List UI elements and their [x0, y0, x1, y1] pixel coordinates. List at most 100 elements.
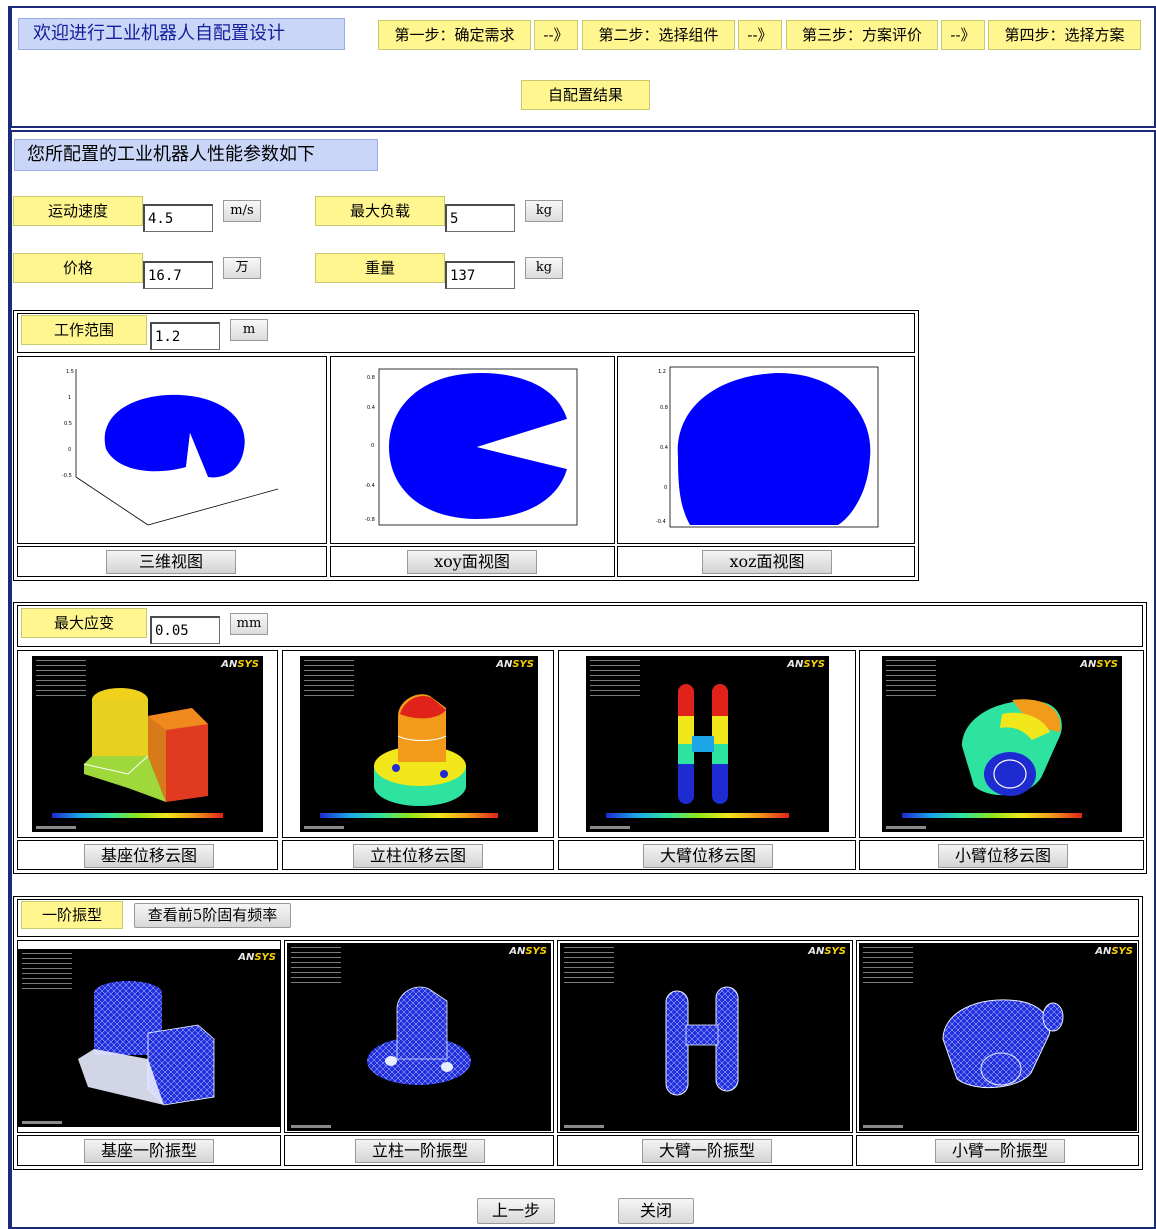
strain-forearm-button[interactable]: 小臂位移云图: [938, 844, 1068, 868]
svg-text:0.4: 0.4: [660, 445, 668, 451]
vib-column-button[interactable]: 立柱一阶振型: [355, 1139, 485, 1163]
view-3d-cell: 1.5 1 0.5 0 -0.5: [17, 356, 327, 544]
view-frequencies-button[interactable]: 查看前5阶固有频率: [134, 903, 291, 928]
strain-label: 最大应变: [21, 608, 147, 638]
step-2-link[interactable]: 第二步：选择组件: [582, 20, 735, 50]
step-arrow-1: --》: [534, 20, 578, 50]
vibration-label: 一阶振型: [21, 901, 123, 929]
strain-upperarm-button[interactable]: 大臂位移云图: [643, 844, 773, 868]
image-footer-text: [564, 1125, 604, 1128]
strain-base-caption-row: 基座位移云图: [17, 840, 278, 870]
vib-column-caption-row: 立柱一阶振型: [284, 1135, 554, 1166]
workspace-label: 工作范围: [21, 315, 147, 345]
strain-column-button[interactable]: 立柱位移云图: [353, 844, 483, 868]
workspace-unit: m: [230, 319, 268, 341]
view-xoz-button[interactable]: xoz面视图: [702, 550, 832, 574]
svg-text:0: 0: [664, 485, 667, 491]
svg-text:0: 0: [371, 443, 374, 449]
view-xoz-plot: 1.2 0.8 0.4 0 -0.4: [656, 366, 879, 528]
vib-column-image: ANSYS: [287, 943, 551, 1131]
welcome-title: 欢迎进行工业机器人自配置设计: [18, 18, 345, 50]
strain-base-cell: ANSYS: [17, 650, 278, 838]
svg-text:1: 1: [68, 395, 71, 401]
image-footer-text: [36, 826, 76, 829]
strain-upperarm-caption-row: 大臂位移云图: [558, 840, 856, 870]
view-xoy-cell: 0.8 0.4 0 -0.4 -0.8: [330, 356, 615, 544]
image-footer-text: [886, 826, 926, 829]
strain-base-image: ANSYS: [32, 656, 263, 832]
result-button[interactable]: 自配置结果: [521, 80, 650, 110]
load-label: 最大负载: [315, 196, 445, 226]
workspace-value: 1.2: [150, 322, 220, 350]
svg-text:0.8: 0.8: [660, 405, 668, 411]
svg-text:0.8: 0.8: [367, 375, 375, 381]
vib-forearm-cell: ANSYS: [856, 940, 1139, 1133]
section-title: 您所配置的工业机器人性能参数如下: [14, 139, 378, 171]
price-label: 价格: [13, 253, 143, 283]
view-xoz-caption-row: xoz面视图: [617, 546, 915, 577]
speed-value: 4.5: [143, 204, 213, 232]
svg-text:-0.8: -0.8: [365, 517, 375, 523]
svg-text:0: 0: [68, 447, 71, 453]
vib-forearm-button[interactable]: 小臂一阶振型: [935, 1139, 1065, 1163]
svg-text:1.2: 1.2: [658, 369, 666, 375]
previous-step-button[interactable]: 上一步: [477, 1198, 555, 1224]
view-xoy-caption-row: xoy面视图: [330, 546, 615, 577]
close-button[interactable]: 关闭: [618, 1198, 694, 1224]
strain-column-image: ANSYS: [300, 656, 538, 832]
view-xoy-plot: 0.8 0.4 0 -0.4 -0.8: [365, 368, 578, 526]
svg-text:1.5: 1.5: [66, 369, 74, 375]
weight-label: 重量: [315, 253, 445, 283]
load-value: 5: [445, 204, 515, 232]
vib-upperarm-button[interactable]: 大臂一阶振型: [642, 1139, 772, 1163]
strain-forearm-caption-row: 小臂位移云图: [859, 840, 1144, 870]
color-scale-bar: [902, 813, 1082, 818]
color-scale-bar: [52, 813, 223, 818]
vib-base-cell: ANSYS: [17, 940, 281, 1133]
vib-column-cell: ANSYS: [284, 940, 554, 1133]
vib-base-caption-row: 基座一阶振型: [17, 1135, 281, 1166]
image-footer-text: [304, 826, 344, 829]
vib-upperarm-caption-row: 大臂一阶振型: [557, 1135, 853, 1166]
strain-column-caption-row: 立柱位移云图: [282, 840, 554, 870]
step-3-link[interactable]: 第三步：方案评价: [786, 20, 938, 50]
svg-text:-0.4: -0.4: [656, 519, 666, 525]
vib-forearm-image: ANSYS: [859, 943, 1137, 1131]
step-arrow-3: --》: [941, 20, 985, 50]
strain-base-button[interactable]: 基座位移云图: [84, 844, 214, 868]
strain-unit: mm: [230, 613, 268, 635]
image-footer-text: [863, 1125, 903, 1128]
weight-unit: kg: [525, 257, 563, 279]
vib-forearm-caption-row: 小臂一阶振型: [856, 1135, 1139, 1166]
view-xoz-cell: 1.2 0.8 0.4 0 -0.4: [617, 356, 915, 544]
vib-upperarm-image: ANSYS: [560, 943, 850, 1131]
weight-value: 137: [445, 261, 515, 289]
view-3d-caption-row: 三维视图: [17, 546, 327, 577]
color-scale-bar: [606, 813, 789, 818]
speed-label: 运动速度: [13, 196, 143, 226]
svg-text:0.5: 0.5: [64, 421, 72, 427]
step-1-link[interactable]: 第一步：确定需求: [378, 20, 531, 50]
strain-value: 0.05: [150, 616, 220, 644]
load-unit: kg: [525, 200, 563, 222]
image-footer-text: [291, 1125, 331, 1128]
vib-base-button[interactable]: 基座一阶振型: [84, 1139, 214, 1163]
strain-column-cell: ANSYS: [282, 650, 554, 838]
price-value: 16.7: [143, 261, 213, 289]
price-unit: 万: [223, 257, 261, 279]
step-arrow-2: --》: [738, 20, 782, 50]
image-footer-text: [22, 1121, 62, 1124]
svg-text:0.4: 0.4: [367, 405, 375, 411]
svg-text:-0.4: -0.4: [365, 483, 375, 489]
view-xoy-button[interactable]: xoy面视图: [407, 550, 537, 574]
strain-upperarm-cell: ANSYS: [558, 650, 856, 838]
image-footer-text: [590, 826, 630, 829]
strain-forearm-image: ANSYS: [882, 656, 1122, 832]
step-4-link[interactable]: 第四步：选择方案: [988, 20, 1141, 50]
view-3d-plot: 1.5 1 0.5 0 -0.5: [62, 369, 279, 526]
color-scale-bar: [320, 813, 498, 818]
view-3d-button[interactable]: 三维视图: [106, 550, 236, 574]
speed-unit: m/s: [223, 200, 261, 222]
vib-upperarm-cell: ANSYS: [557, 940, 853, 1133]
strain-forearm-cell: ANSYS: [859, 650, 1144, 838]
